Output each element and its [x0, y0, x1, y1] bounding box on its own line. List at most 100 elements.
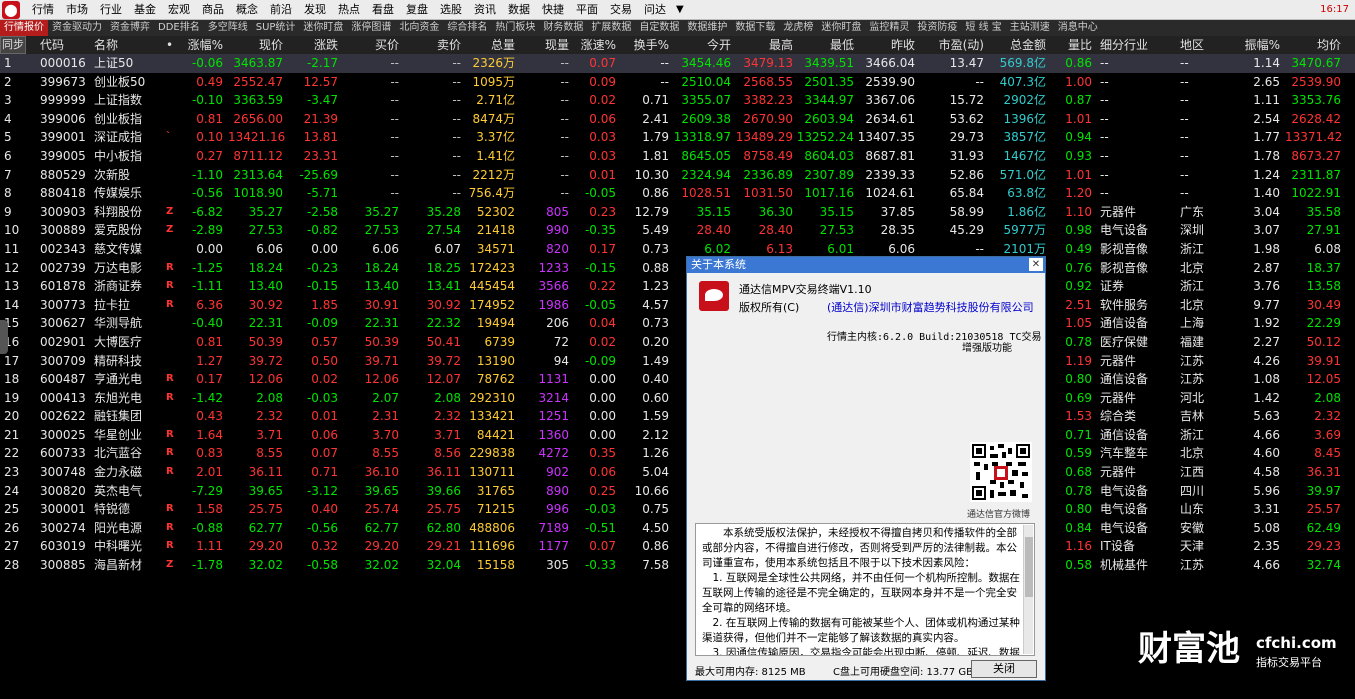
column-header[interactable]: 涨速%	[575, 36, 616, 54]
table-row[interactable]: 27 603019 中科曙光 R 1.11 29.20 0.32 29.20 29.21 1116…	[0, 537, 1355, 556]
table-row[interactable]: 28 300885 海昌新材 Z -1.78 32.02 -0.58 32.02 32.04 15…	[0, 556, 1355, 575]
column-header[interactable]: 总量	[465, 36, 515, 54]
table-row[interactable]: 13 601878 浙商证券 R -1.11 13.40 -0.15 13.40 13.41 44…	[0, 277, 1355, 296]
column-header[interactable]: 最低	[796, 36, 854, 54]
tab-item[interactable]: 多空阵线	[204, 20, 252, 36]
tab-item[interactable]: 涨停图谱	[347, 20, 395, 36]
table-row[interactable]: 26 300274 阳光电源 R -0.88 62.77 -0.56 62.77 62.80 48…	[0, 519, 1355, 538]
tab-item[interactable]: 行情报价	[0, 20, 48, 36]
tab-item[interactable]: 消息中心	[1054, 20, 1102, 36]
table-row[interactable]: 9 300903 科翔股份 Z -6.82 35.27 -2.58 35.27 35.28 523…	[0, 203, 1355, 222]
menu-item[interactable]: 行情	[26, 0, 60, 20]
tab-item[interactable]: 投资防疫	[913, 20, 961, 36]
tab-item[interactable]: 数据维护	[683, 20, 731, 36]
app-logo-icon[interactable]: ⬤	[2, 0, 20, 19]
table-row[interactable]: 2 399673 创业板50 0.49 2552.47 12.57 -- -- 1095万 -- 0…	[0, 73, 1355, 92]
tab-item[interactable]: SUP统计	[252, 20, 300, 36]
menu-item[interactable]: 平面	[570, 0, 604, 20]
menu-item[interactable]: 商品	[196, 0, 230, 20]
tab-item[interactable]: 资金博弈	[106, 20, 154, 36]
table-row[interactable]: 21 300025 华星创业 R 1.64 3.71 0.06 3.70 3.71 84421 13…	[0, 426, 1355, 445]
column-header[interactable]: 换手%	[620, 36, 669, 54]
tab-item[interactable]: 龙虎榜	[779, 20, 817, 36]
column-header[interactable]: 名称	[94, 36, 158, 54]
menu-more-arrow-icon[interactable]: ▼	[672, 0, 688, 20]
column-header[interactable]: 地区	[1180, 36, 1224, 54]
column-header[interactable]: •	[166, 36, 178, 54]
table-row[interactable]: 10 300889 爱克股份 Z -2.89 27.53 -0.82 27.53 27.54 21…	[0, 221, 1355, 240]
menu-item[interactable]: 发现	[298, 0, 332, 20]
menu-item[interactable]: 宏观	[162, 0, 196, 20]
menu-item[interactable]: 市场	[60, 0, 94, 20]
table-row[interactable]: 5 399001 深证成指 ` 0.10 13421.16 13.81 -- -- 3.37亿 --…	[0, 128, 1355, 147]
tab-item[interactable]: 短 线 宝	[961, 20, 1005, 36]
table-row[interactable]: 15 300627 华测导航 -0.40 22.31 -0.09 22.31 22.32 194…	[0, 314, 1355, 333]
tab-item[interactable]: 自定数据	[635, 20, 683, 36]
column-header[interactable]: 买价	[345, 36, 399, 54]
column-header[interactable]: 量比	[1048, 36, 1092, 54]
table-row[interactable]: 24 300820 英杰电气 -7.29 39.65 -3.12 39.65 39.66 317…	[0, 482, 1355, 501]
column-header[interactable]: 今开	[672, 36, 731, 54]
table-row[interactable]: 6 399005 中小板指 0.27 8711.12 23.31 -- -- 1.41亿 -- 0.…	[0, 147, 1355, 166]
tab-item[interactable]: 资金驱动力	[48, 20, 106, 36]
tab-item[interactable]: 综合排名	[443, 20, 491, 36]
menu-item[interactable]: 看盘	[366, 0, 400, 20]
dialog-close-icon[interactable]: ✕	[1029, 258, 1043, 271]
menu-item[interactable]: 问达	[638, 0, 672, 20]
tab-item[interactable]: 数据下载	[731, 20, 779, 36]
table-row[interactable]: 11 002343 慈文传媒 0.00 6.06 0.00 6.06 6.07 34571 820…	[0, 240, 1355, 259]
table-row[interactable]: 14 300773 拉卡拉 R 6.36 30.92 1.85 30.91 30.92 17495…	[0, 296, 1355, 315]
tab-item[interactable]: 热门板块	[491, 20, 539, 36]
column-header[interactable]: 卖价	[405, 36, 461, 54]
column-header[interactable]: 涨幅%	[180, 36, 223, 54]
table-row[interactable]: 1 000016 上证50 -0.06 3463.87 -2.17 -- -- 2326万 -- 0…	[0, 54, 1355, 73]
column-header[interactable]: 现价	[228, 36, 283, 54]
table-row[interactable]: 20 002622 融钰集团 0.43 2.32 0.01 2.31 2.32 133421 12…	[0, 407, 1355, 426]
column-header[interactable]: 最高	[735, 36, 793, 54]
column-header[interactable]: 现量	[520, 36, 569, 54]
side-collapse-handle[interactable]	[0, 320, 8, 354]
menu-item[interactable]: 快捷	[536, 0, 570, 20]
table-row[interactable]: 17 300709 精研科技 1.27 39.72 0.50 39.71 39.72 13190…	[0, 352, 1355, 371]
tab-item[interactable]: 迷你盯盘	[299, 20, 347, 36]
column-header[interactable]: 总金额	[988, 36, 1046, 54]
close-button[interactable]: 关闭	[971, 660, 1037, 678]
menu-item[interactable]: 基金	[128, 0, 162, 20]
menu-item[interactable]: 资讯	[468, 0, 502, 20]
table-row[interactable]: 22 600733 北汽蓝谷 R 0.83 8.55 0.07 8.55 8.56 229838 4…	[0, 444, 1355, 463]
tab-item[interactable]: DDE排名	[154, 20, 204, 36]
table-row[interactable]: 7 880529 次新股 -1.10 2313.64 -25.69 -- -- 2212万 -- 0…	[0, 166, 1355, 185]
menu-item[interactable]: 交易	[604, 0, 638, 20]
menu-item[interactable]: 概念	[230, 0, 264, 20]
menu-item[interactable]: 热点	[332, 0, 366, 20]
column-header[interactable]: 昨收	[857, 36, 915, 54]
column-header[interactable]: 代码	[40, 36, 95, 54]
tab-item[interactable]: 监控精灵	[865, 20, 913, 36]
table-row[interactable]: 25 300001 特锐德 R 1.58 25.75 0.40 25.74 25.75 71215…	[0, 500, 1355, 519]
license-text-box[interactable]: 本系统受版权法保护，未经授权不得擅自拷贝和传播软件的全部或部分内容，不得擅自进行…	[695, 523, 1035, 656]
table-row[interactable]: 19 000413 东旭光电 R -1.42 2.08 -0.03 2.07 2.08 29231…	[0, 389, 1355, 408]
table-row[interactable]: 18 600487 亨通光电 R 0.17 12.06 0.02 12.06 12.07 7876…	[0, 370, 1355, 389]
table-row[interactable]: 3 999999 上证指数 -0.10 3363.59 -3.47 -- -- 2.71亿 -- 0…	[0, 91, 1355, 110]
tab-item[interactable]: 财务数据	[539, 20, 587, 36]
menu-item[interactable]: 前沿	[264, 0, 298, 20]
table-row[interactable]: 12 002739 万达电影 R -1.25 18.24 -0.23 18.24 18.25 17…	[0, 259, 1355, 278]
column-header[interactable]: 振幅%	[1230, 36, 1280, 54]
table-row[interactable]: 8 880418 传媒娱乐 -0.56 1018.90 -5.71 -- -- 756.4万 --…	[0, 184, 1355, 203]
column-header[interactable]: 市盈(动)	[920, 36, 984, 54]
menu-item[interactable]: 行业	[94, 0, 128, 20]
column-header[interactable]: 均价	[1285, 36, 1341, 54]
license-scrollbar[interactable]	[1023, 525, 1033, 654]
tab-item[interactable]: 主站测速	[1006, 20, 1054, 36]
tab-item[interactable]: 扩展数据	[587, 20, 635, 36]
table-row[interactable]: 4 399006 创业板指 0.81 2656.00 21.39 -- -- 8474万 -- 0.…	[0, 110, 1355, 129]
scrollbar-thumb[interactable]	[1025, 537, 1033, 597]
menu-item[interactable]: 数据	[502, 0, 536, 20]
tab-item[interactable]: 迷你盯盘	[817, 20, 865, 36]
table-row[interactable]: 16 002901 大博医疗 0.81 50.39 0.57 50.39 50.41 6739 7…	[0, 333, 1355, 352]
column-header[interactable]: 细分行业	[1100, 36, 1170, 54]
table-row[interactable]: 23 300748 金力永磁 R 2.01 36.11 0.71 36.10 36.11 1307…	[0, 463, 1355, 482]
tab-item[interactable]: 北向资金	[395, 20, 443, 36]
sync-button[interactable]: 同步	[0, 36, 26, 54]
company-link[interactable]: (通达信)深圳市财富趋势科技股份有限公司	[827, 299, 1034, 315]
